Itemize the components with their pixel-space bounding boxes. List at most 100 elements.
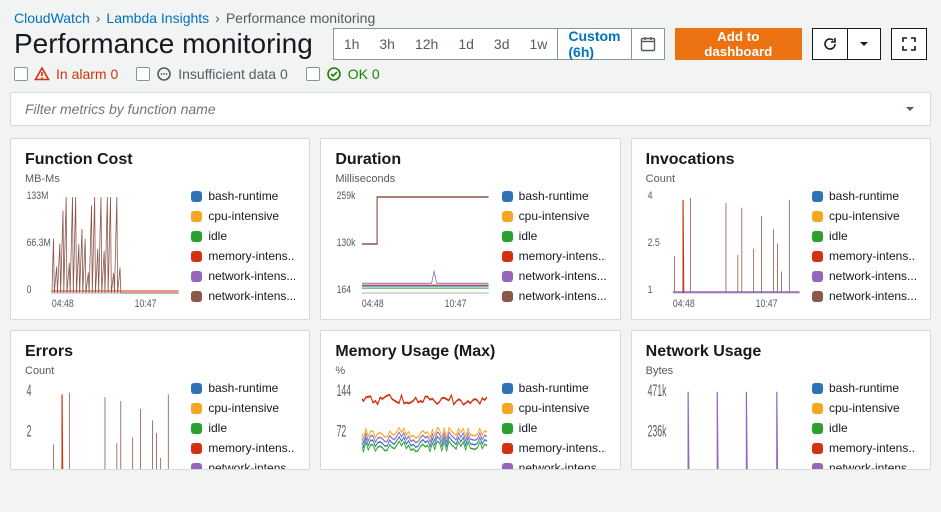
legend-item: network-intens... bbox=[191, 289, 295, 303]
card-title: Errors bbox=[25, 343, 295, 361]
legend-label: memory-intens... bbox=[829, 441, 916, 455]
svg-text:10:47: 10:47 bbox=[755, 298, 777, 309]
legend-swatch bbox=[191, 403, 202, 414]
legend-label: cpu-intensive bbox=[829, 209, 900, 223]
breadcrumb-cloudwatch[interactable]: CloudWatch bbox=[14, 10, 90, 26]
legend-label: memory-intens... bbox=[519, 441, 606, 455]
legend-label: idle bbox=[519, 229, 538, 243]
time-range-12h[interactable]: 12h bbox=[405, 29, 448, 59]
time-range-selector: 1h 3h 12h 1d 3d 1w Custom (6h) bbox=[333, 28, 665, 60]
breadcrumb-current: Performance monitoring bbox=[226, 10, 375, 26]
caret-down-icon[interactable] bbox=[902, 101, 918, 117]
legend-swatch bbox=[812, 191, 823, 202]
svg-text:1: 1 bbox=[647, 284, 652, 296]
legend-label: idle bbox=[829, 229, 848, 243]
legend-item: bash-runtime bbox=[812, 189, 916, 203]
svg-text:130k: 130k bbox=[337, 237, 356, 249]
svg-text:2.5: 2.5 bbox=[647, 237, 660, 249]
card-unit: Count bbox=[25, 365, 295, 377]
svg-text:10:47: 10:47 bbox=[135, 298, 157, 309]
metric-card: Invocations Count 4 2.5 1 04:48 10:47 ba… bbox=[631, 138, 931, 320]
legend-item: network-intens... bbox=[191, 461, 295, 470]
card-title: Memory Usage (Max) bbox=[335, 343, 605, 361]
legend-swatch bbox=[812, 383, 823, 394]
legend-label: network-intens... bbox=[208, 269, 295, 283]
fullscreen-button[interactable] bbox=[891, 28, 927, 60]
filter-bar bbox=[10, 92, 931, 126]
legend-swatch bbox=[191, 191, 202, 202]
legend-item: bash-runtime bbox=[502, 381, 606, 395]
legend-item: idle bbox=[812, 229, 916, 243]
svg-text:236k: 236k bbox=[647, 421, 666, 440]
checkbox-ok[interactable] bbox=[306, 67, 320, 81]
metric-card: Errors Count 4 2 bash-runtimecpu-intensi… bbox=[10, 330, 310, 470]
legend-swatch bbox=[812, 231, 823, 242]
card-unit: MB-Ms bbox=[25, 173, 295, 185]
chevron-right-icon: › bbox=[96, 10, 101, 26]
svg-text:4: 4 bbox=[27, 381, 32, 400]
metric-card: Memory Usage (Max) % 144 72 bash-runtime… bbox=[320, 330, 620, 470]
legend-item: network-intens... bbox=[812, 289, 916, 303]
svg-text:259k: 259k bbox=[337, 190, 356, 202]
time-range-1h[interactable]: 1h bbox=[334, 29, 370, 59]
card-unit: % bbox=[335, 365, 605, 377]
legend-label: bash-runtime bbox=[829, 189, 899, 203]
time-range-1d[interactable]: 1d bbox=[448, 29, 484, 59]
status-alarm-label: In alarm 0 bbox=[56, 66, 118, 82]
refresh-button[interactable] bbox=[812, 28, 848, 60]
legend-item: cpu-intensive bbox=[812, 209, 916, 223]
legend-item: bash-runtime bbox=[191, 381, 295, 395]
legend-item: cpu-intensive bbox=[502, 209, 606, 223]
legend-label: memory-intens... bbox=[208, 249, 295, 263]
filter-input[interactable] bbox=[23, 100, 902, 118]
legend-label: bash-runtime bbox=[829, 381, 899, 395]
svg-text:72: 72 bbox=[337, 421, 347, 440]
status-insufficient-label: Insufficient data 0 bbox=[178, 66, 287, 82]
legend-item: idle bbox=[502, 229, 606, 243]
legend-item: cpu-intensive bbox=[191, 401, 295, 415]
breadcrumb-lambda-insights[interactable]: Lambda Insights bbox=[106, 10, 209, 26]
time-range-1w[interactable]: 1w bbox=[519, 29, 557, 59]
legend-label: network-intens... bbox=[829, 289, 916, 303]
legend-item: idle bbox=[812, 421, 916, 435]
svg-text:4: 4 bbox=[647, 190, 652, 202]
time-range-3h[interactable]: 3h bbox=[369, 29, 405, 59]
card-unit: Count bbox=[646, 173, 916, 185]
legend-item: memory-intens... bbox=[502, 249, 606, 263]
svg-text:133M: 133M bbox=[27, 190, 49, 202]
metrics-grid: Function Cost MB-Ms 133M 66.3M 0 04:48 1… bbox=[0, 138, 941, 480]
legend-label: cpu-intensive bbox=[519, 401, 590, 415]
time-range-3d[interactable]: 3d bbox=[484, 29, 520, 59]
chart-legend: bash-runtime cpu-intensive idle memory-inte… bbox=[502, 381, 606, 470]
refresh-options-button[interactable] bbox=[848, 28, 881, 60]
legend-label: cpu-intensive bbox=[519, 209, 590, 223]
legend-item: memory-intens... bbox=[191, 441, 295, 455]
legend-swatch bbox=[191, 291, 202, 302]
legend-label: network-intens... bbox=[829, 269, 916, 283]
legend-item: idle bbox=[502, 421, 606, 435]
calendar-button[interactable] bbox=[631, 29, 664, 59]
add-to-dashboard-button[interactable]: Add to dashboard bbox=[675, 28, 802, 60]
legend-label: cpu-intensive bbox=[208, 401, 279, 415]
legend-item: network-intens... bbox=[502, 461, 606, 470]
legend-item: memory-intens... bbox=[812, 441, 916, 455]
card-title: Function Cost bbox=[25, 151, 295, 169]
chart-legend: bash-runtimecpu-intensiveidlememory-inte… bbox=[812, 381, 916, 470]
chart-plot: 144 72 bbox=[335, 381, 493, 470]
chart-plot: 133M 66.3M 0 04:48 10:47 bbox=[25, 189, 183, 309]
legend-label: memory-intens... bbox=[829, 249, 916, 263]
svg-text:04:48: 04:48 bbox=[673, 298, 695, 309]
legend-item: network-intens... bbox=[812, 269, 916, 283]
legend-label: network-intens... bbox=[519, 269, 606, 283]
checkbox-insufficient[interactable] bbox=[136, 67, 150, 81]
legend-swatch bbox=[502, 403, 513, 414]
alarm-triangle-icon bbox=[34, 66, 50, 82]
time-range-custom[interactable]: Custom (6h) bbox=[557, 29, 630, 59]
checkbox-in-alarm[interactable] bbox=[14, 67, 28, 81]
card-title: Network Usage bbox=[646, 343, 916, 361]
metric-card: Network Usage Bytes 471k 236k bash-runti… bbox=[631, 330, 931, 470]
svg-text:164: 164 bbox=[337, 284, 352, 296]
legend-swatch bbox=[502, 251, 513, 262]
page-title: Performance monitoring bbox=[14, 28, 313, 60]
legend-swatch bbox=[191, 463, 202, 471]
